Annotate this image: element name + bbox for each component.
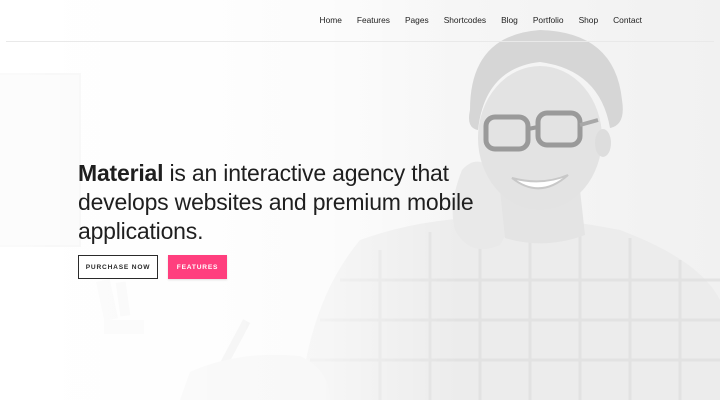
nav-item-shortcodes[interactable]: Shortcodes — [444, 15, 486, 25]
nav-item-shop[interactable]: Shop — [579, 15, 599, 25]
nav-links: Home Features Pages Shortcodes Blog Port… — [320, 15, 642, 25]
top-navigation: Home Features Pages Shortcodes Blog Port… — [0, 0, 720, 42]
nav-item-portfolio[interactable]: Portfolio — [533, 15, 564, 25]
nav-item-features[interactable]: Features — [357, 15, 390, 25]
nav-item-pages[interactable]: Pages — [405, 15, 429, 25]
nav-item-blog[interactable]: Blog — [501, 15, 518, 25]
nav-item-home[interactable]: Home — [320, 15, 342, 25]
hero-headline: Material is an interactive agency that d… — [78, 159, 478, 246]
nav-item-contact[interactable]: Contact — [613, 15, 642, 25]
hero-headline-brand: Material — [78, 160, 164, 186]
purchase-now-button[interactable]: PURCHASE NOW — [78, 255, 158, 279]
features-button[interactable]: FEATURES — [168, 255, 227, 279]
nav-divider — [6, 41, 714, 42]
